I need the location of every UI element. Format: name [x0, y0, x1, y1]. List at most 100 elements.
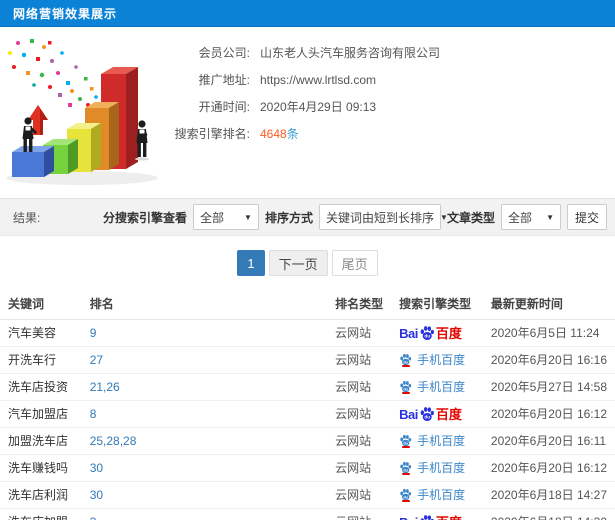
next-page-button[interactable]: 下一页 [268, 250, 328, 276]
mobile-baidu-icon: du [399, 461, 412, 475]
updated-time-cell: 2020年6月20日 16:11 [482, 427, 615, 455]
engine-logo-wrap: du 手机百度 [399, 352, 475, 368]
engine-logo-wrap: Bai du 百度 [399, 406, 475, 422]
rank-cell: 21,26 [81, 373, 328, 401]
updated-time-cell: 2020年6月5日 11:24 [482, 319, 615, 347]
updated-time-cell: 2020年5月27日 14:58 [482, 373, 615, 401]
page: 网络营销效果展示 会员公司: 山东老人头汽车服务咨询有限公司 推广地址: htt… [0, 0, 615, 520]
column-header: 排名类型 [327, 288, 392, 320]
engine-select[interactable]: 全部 ▼ [192, 204, 259, 230]
keyword-cell: 加盟洗车店 [0, 427, 82, 455]
table-header-row: 关键词 排名 排名类型 搜索引擎类型 最新更新时间 [0, 288, 615, 320]
mobile-baidu-icon-accent [401, 500, 410, 502]
engine-cell: du 手机百度 [391, 346, 483, 374]
table-row: 洗车赚钱吗 30 云网站 du 手机百度 2020年6月20日 16:12 [0, 454, 615, 482]
engine-cell: du 手机百度 [391, 373, 483, 401]
info-label: 会员公司: [198, 46, 250, 60]
rank-cell: 27 [81, 346, 328, 374]
mobile-baidu-icon: du [399, 488, 412, 502]
rank-link[interactable]: 3 [90, 515, 97, 520]
table-row: 加盟洗车店 25,28,28 云网站 du 手机百度 2020年6月20日 16:11 [0, 427, 615, 455]
sort-select-value: 关键词由短到长排序 [325, 210, 434, 225]
page-1-button[interactable]: 1 [237, 250, 265, 276]
engine-logo-wrap: du 手机百度 [399, 487, 475, 503]
rank-type-cell: 云网站 [327, 427, 392, 455]
rank-link[interactable]: 9 [90, 326, 97, 340]
keyword-cell: 汽车美容 [0, 319, 82, 347]
info-row: 会员公司: 山东老人头汽车服务咨询有限公司 [172, 39, 440, 66]
chevron-down-icon: ▼ [546, 212, 554, 222]
updated-time-cell: 2020年6月18日 14:30 [482, 508, 615, 520]
table-row: 洗车店加盟 3 云网站 Baidu百度 2020年6月18日 14:30 [0, 508, 615, 520]
mobile-baidu-icon-accent [401, 365, 410, 367]
rank-type-cell: 云网站 [327, 373, 392, 401]
promotion-url-link[interactable]: https://www.lrtlsd.com [260, 73, 376, 87]
rank-link[interactable]: 27 [90, 353, 103, 367]
pagination: 1 下一页 尾页 [0, 250, 615, 276]
mobile-baidu-icon: du [399, 434, 412, 448]
sort-select[interactable]: 关键词由短到长排序 ▼ [318, 204, 448, 230]
filter-controls: 分搜索引擎查看 全部 ▼ 排序方式 关键词由短到长排序 ▼ 文章类型 全部 ▼ … [103, 204, 607, 230]
engine-cell: Baidu百度 [391, 508, 483, 520]
updated-time-cell: 2020年6月20日 16:12 [482, 454, 615, 482]
page-title: 网络营销效果展示 [13, 6, 118, 21]
mobile-baidu-label: 手机百度 [417, 379, 466, 394]
rank-link[interactable]: 8 [90, 407, 97, 421]
engine-cell: du 手机百度 [391, 454, 483, 482]
rank-cell: 30 [81, 481, 328, 509]
mobile-baidu-label: 手机百度 [417, 487, 466, 502]
rank-cell: 25,28,28 [81, 427, 328, 455]
engine-logo-baidu: Bai du 百度 [399, 406, 462, 422]
engine-select-value: 全部 [199, 210, 224, 225]
member-company-link[interactable]: 山东老人头汽车服务咨询有限公司 [260, 44, 440, 61]
chevron-down-icon: ▼ [244, 212, 252, 222]
rank-link[interactable]: 21,26 [90, 380, 120, 394]
rank-type-cell: 云网站 [327, 508, 392, 520]
keyword-cell: 开洗车行 [0, 346, 82, 374]
baidu-logo-text: Bai [399, 326, 418, 341]
svg-text:du: du [403, 495, 408, 499]
engine-logo-mobile-baidu: du 手机百度 [399, 380, 465, 395]
mobile-baidu-icon-accent [401, 473, 410, 475]
updated-time-cell: 2020年6月18日 14:27 [482, 481, 615, 509]
rank-type-cell: 云网站 [327, 400, 392, 428]
info-label: 开通时间: [198, 100, 250, 114]
svg-text:du: du [424, 334, 430, 339]
engine-logo-mobile-baidu: du 手机百度 [399, 461, 465, 476]
confetti-dots [7, 39, 102, 111]
page-header: 网络营销效果展示 [0, 0, 615, 27]
rank-link[interactable]: 30 [90, 488, 103, 502]
svg-text:du: du [403, 468, 408, 472]
rank-link[interactable]: 25,28,28 [90, 434, 137, 448]
svg-text:du: du [403, 387, 408, 391]
bar-blue [12, 146, 54, 177]
table-row: 洗车店利润 30 云网站 du 手机百度 2020年6月18日 14:27 [0, 481, 615, 509]
engine-logo-wrap: du 手机百度 [399, 433, 475, 449]
last-page-button[interactable]: 尾页 [331, 250, 378, 276]
engine-logo-wrap: du 手机百度 [399, 460, 475, 476]
info-row: 开通时间: 2020年4月29日 09:13 [172, 93, 440, 120]
info-row: 推广地址: https://www.lrtlsd.com [172, 66, 440, 93]
submit-button[interactable]: 提交 [567, 204, 607, 230]
svg-text:du: du [403, 441, 408, 445]
rank-type-cell: 云网站 [327, 454, 392, 482]
member-info-section: 会员公司: 山东老人头汽车服务咨询有限公司推广地址: https://www.lrt… [0, 27, 615, 194]
mobile-baidu-icon-accent [401, 446, 410, 448]
column-header: 排名 [81, 288, 328, 320]
baidu-paw-icon: du [420, 326, 434, 340]
engine-filter-label: 分搜索引擎查看 [102, 210, 187, 225]
info-row: 搜索引擎排名: 4648条 [172, 120, 440, 147]
rank-cell: 30 [81, 454, 328, 482]
svg-text:du: du [403, 360, 408, 364]
article-type-label: 文章类型 [446, 210, 495, 225]
open-time-value: 2020年4月29日 09:13 [260, 100, 377, 114]
rank-cell: 3 [81, 508, 328, 520]
article-type-select[interactable]: 全部 ▼ [501, 204, 561, 230]
table-row: 汽车美容 9 云网站 Bai du 百度 2020年6月5日 11:24 [0, 319, 615, 347]
mobile-baidu-label: 手机百度 [417, 352, 466, 367]
rank-count-number: 4648 [260, 127, 287, 141]
column-header: 最新更新时间 [482, 288, 615, 320]
mobile-baidu-icon-accent [401, 392, 410, 394]
mobile-baidu-label: 手机百度 [417, 460, 466, 475]
rank-link[interactable]: 30 [90, 461, 103, 475]
